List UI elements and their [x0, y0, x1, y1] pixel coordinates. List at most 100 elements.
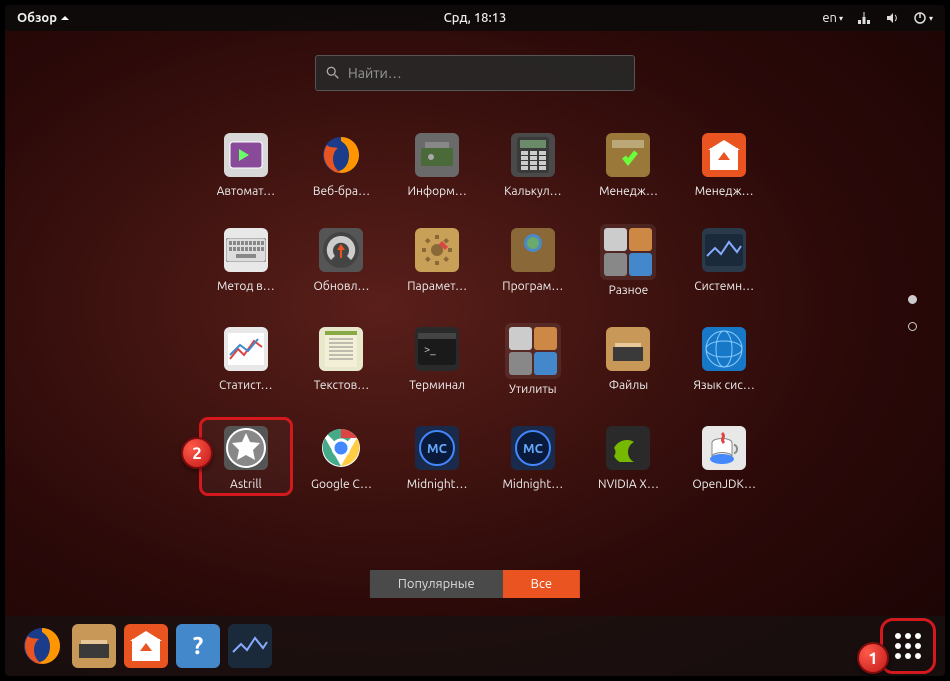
app-label: Astrill [230, 478, 262, 491]
app-grid: Автомат… Веб-бра… Информ… Калькул… Менедж… Ме… [200, 125, 770, 495]
app-label: Midnight… [407, 478, 468, 491]
search-box[interactable] [315, 55, 635, 91]
app-label: Метод в… [217, 280, 275, 293]
svg-text:>_: >_ [424, 344, 436, 356]
app-label: Програм… [502, 280, 563, 293]
app-label: Менедж… [695, 185, 754, 198]
app-firefox[interactable]: Веб-бра… [296, 125, 388, 202]
app-automount[interactable]: Автомат… [200, 125, 292, 202]
app-label: Текстов… [314, 379, 369, 392]
hardinfo-icon [411, 129, 463, 181]
app-calculator[interactable]: Калькул… [487, 125, 579, 202]
firefox-icon [315, 129, 367, 181]
automount-icon [220, 129, 272, 181]
svg-text:MC: MC [523, 442, 544, 456]
svg-text:MC: MC [427, 442, 448, 456]
app-label: Информ… [407, 185, 466, 198]
app-label: Разное [609, 284, 649, 297]
globe-box-icon [507, 224, 559, 276]
nvidia-icon [602, 422, 654, 474]
calculator-icon [507, 129, 559, 181]
app-stats[interactable]: Статист… [200, 319, 292, 400]
app-chrome[interactable]: Google C… [296, 418, 388, 495]
app-astrill[interactable]: Astrill [200, 418, 292, 495]
dock-firefox[interactable] [19, 623, 65, 669]
app-label: NVIDIA X… [598, 478, 659, 491]
app-monitor[interactable]: Системн… [678, 220, 770, 301]
view-tabs: Популярные Все [370, 570, 580, 598]
app-label: Веб-бра… [313, 185, 370, 198]
app-label: Автомат… [217, 185, 275, 198]
monitor-icon [698, 224, 750, 276]
package-icon [602, 129, 654, 181]
app-label: Менедж… [599, 185, 658, 198]
input-lang[interactable]: en [822, 11, 843, 25]
app-label: Статист… [219, 379, 273, 392]
dock-help[interactable]: ? [175, 623, 221, 669]
dock-files[interactable] [71, 623, 117, 669]
app-folder2[interactable]: Утилиты [487, 319, 579, 400]
clock[interactable]: Срд, 18:13 [444, 11, 507, 25]
app-label: Системн… [694, 280, 754, 293]
activities-button[interactable]: Обзор [17, 11, 69, 25]
dock: ? [5, 616, 945, 676]
app-label: Файлы [609, 379, 648, 392]
language-icon [698, 323, 750, 375]
app-label: Midnight… [502, 478, 563, 491]
java-icon [698, 422, 750, 474]
software-icon [698, 129, 750, 181]
terminal-icon: >_ [411, 323, 463, 375]
network-icon[interactable] [857, 11, 871, 25]
app-label: OpenJDK… [692, 478, 756, 491]
app-hardinfo[interactable]: Информ… [391, 125, 483, 202]
volume-icon[interactable] [885, 11, 899, 25]
tab-popular[interactable]: Популярные [370, 570, 503, 598]
app-label: Обновл… [314, 280, 370, 293]
app-package[interactable]: Менедж… [583, 125, 675, 202]
app-label: Терминал [409, 379, 465, 392]
mc2-icon: MC [507, 422, 559, 474]
app-label: Google C… [311, 478, 372, 491]
app-label: Парамет… [407, 280, 467, 293]
tab-all[interactable]: Все [503, 570, 580, 598]
power-icon[interactable] [913, 11, 933, 25]
keyboard-icon [220, 224, 272, 276]
page-indicator [908, 295, 917, 331]
app-mc2[interactable]: MC Midnight… [487, 418, 579, 495]
app-files[interactable]: Файлы [583, 319, 675, 400]
dock-monitor[interactable] [227, 623, 273, 669]
app-keyboard[interactable]: Метод в… [200, 220, 292, 301]
app-label: Язык сис… [693, 379, 754, 392]
page-dot-2[interactable] [908, 322, 917, 331]
app-language[interactable]: Язык сис… [678, 319, 770, 400]
top-bar: Обзор Срд, 18:13 en [5, 5, 945, 31]
app-label: Утилиты [509, 383, 557, 396]
folder-icon [505, 323, 561, 379]
app-label: Калькул… [504, 185, 561, 198]
show-apps-button[interactable] [885, 623, 931, 669]
app-gedit[interactable]: Текстов… [296, 319, 388, 400]
app-updater[interactable]: Обновл… [296, 220, 388, 301]
app-terminal[interactable]: >_ Терминал [391, 319, 483, 400]
app-nvidia[interactable]: NVIDIA X… [583, 418, 675, 495]
app-folder1[interactable]: Разное [583, 220, 675, 301]
app-java[interactable]: OpenJDK… [678, 418, 770, 495]
app-globe-box[interactable]: Програм… [487, 220, 579, 301]
updater-icon [315, 224, 367, 276]
settings-icon [411, 224, 463, 276]
annotation-badge-2: 2 [181, 437, 213, 469]
search-input[interactable] [348, 65, 624, 81]
app-mc1[interactable]: MC Midnight… [391, 418, 483, 495]
files-icon [602, 323, 654, 375]
chrome-icon [315, 422, 367, 474]
folder-icon [600, 224, 656, 280]
dock-software[interactable] [123, 623, 169, 669]
app-software[interactable]: Менедж… [678, 125, 770, 202]
gedit-icon [315, 323, 367, 375]
app-settings[interactable]: Парамет… [391, 220, 483, 301]
page-dot-1[interactable] [908, 295, 917, 304]
stats-icon [220, 323, 272, 375]
annotation-badge-1: 1 [857, 642, 889, 674]
mc1-icon: MC [411, 422, 463, 474]
astrill-icon [220, 422, 272, 474]
